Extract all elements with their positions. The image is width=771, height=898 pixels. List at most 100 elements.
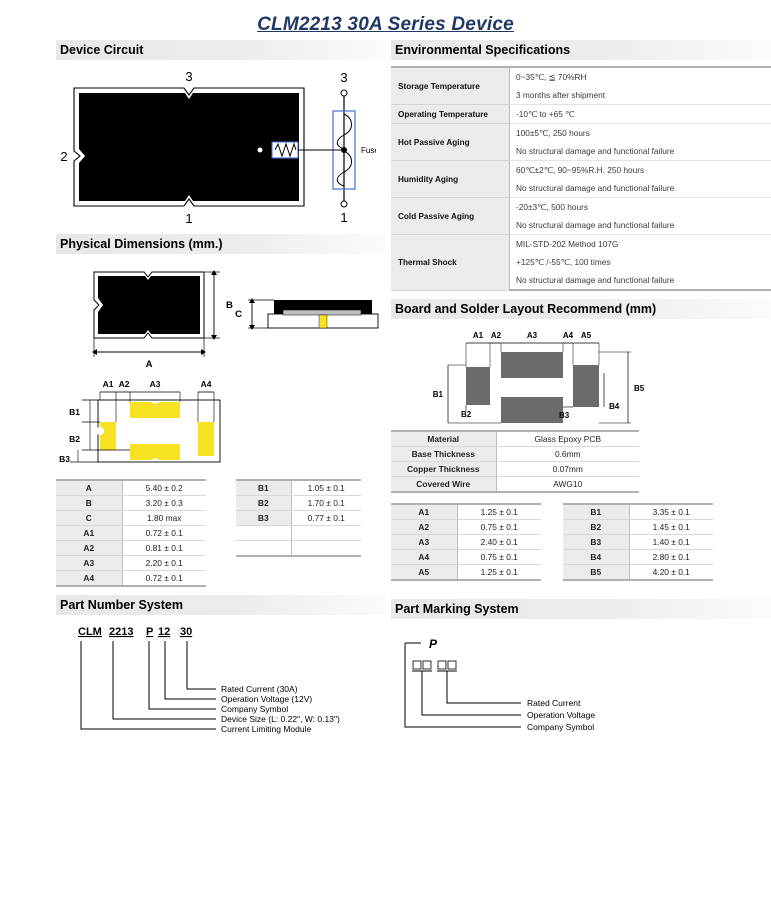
environmental-row-label: Cold Passive Aging [391, 197, 510, 235]
pad-dim-a4-label: A4 [201, 379, 212, 389]
schematic-terminal-3-label: 3 [340, 70, 347, 85]
table-row: Storage Temperature 0~35℃, ≦ 70%RH [391, 66, 771, 105]
dimension-key-empty [236, 540, 292, 557]
pad-dim-a3-label: A3 [150, 379, 161, 389]
table-row: B 3.20 ± 0.3 [56, 495, 206, 511]
dimension-value: 0.81 ± 0.1 [122, 540, 206, 556]
board-dim-b2-label: B2 [461, 410, 472, 419]
leader-operation-voltage [164, 641, 216, 700]
dim-c-arrow-bottom [249, 325, 255, 330]
dimension-value: 3.35 ± 0.1 [629, 503, 713, 520]
dimension-key: A2 [56, 540, 123, 556]
section-header-environmental-specifications: Environmental Specifications [391, 40, 771, 60]
dimension-value: 1.25 ± 0.1 [457, 503, 541, 520]
dim-a-arrow-right [201, 349, 206, 355]
dimension-key: A5 [391, 564, 458, 581]
table-row: Humidity Aging 60℃±2℃, 90~95%R.H. 250 hou… [391, 160, 771, 198]
environmental-row-value: 3 months after shipment [509, 86, 771, 105]
board-dim-a3-label: A3 [527, 331, 538, 340]
pad-dim-b3-label: B3 [59, 454, 70, 464]
table-row: A 5.40 ± 0.2 [56, 479, 206, 496]
table-row: C 1.80 max [56, 510, 206, 526]
table-row: A5 1.25 ± 0.1 [391, 564, 541, 581]
board-dimension-tables: A1 1.25 ± 0.1 A2 0.75 ± 0.1 A3 2.40 ± 0.1 A4 0.… [391, 503, 771, 581]
dimension-value: 0.72 ± 0.1 [122, 570, 206, 587]
board-table-a: A1 1.25 ± 0.1 A2 0.75 ± 0.1 A3 2.40 ± 0.1 A4 0.… [391, 503, 541, 581]
table-row: Copper Thickness 0.07mm [391, 461, 639, 477]
table-row [236, 525, 361, 541]
dimension-value: 1.05 ± 0.1 [291, 479, 361, 496]
junction-dot [341, 147, 347, 153]
table-row: B3 0.77 ± 0.1 [236, 510, 361, 526]
schematic-node-3 [340, 89, 348, 97]
schematic-node-1 [340, 200, 348, 208]
dimension-key: B3 [236, 510, 292, 526]
package-terminal-2-label: 2 [60, 149, 67, 164]
device-circuit-figure: 3 1 2 3 1 Fuse [56, 66, 386, 226]
material-value: 0.6mm [496, 446, 639, 462]
package-terminal-3-label: 3 [185, 69, 192, 84]
schematic-terminal-2-label: 2 [244, 143, 251, 158]
section-physical-dimensions: Physical Dimensions (mm.) B A C A1 A2 A3… [56, 234, 386, 587]
section-header-device-circuit: Device Circuit [56, 40, 386, 60]
callout-device-size: Device Size (L: 0.22", W: 0.13") [221, 714, 340, 724]
marking-callout-operation-voltage: Operation Voltage [527, 710, 595, 720]
table-row: Material Glass Epoxy PCB [391, 430, 639, 447]
dimension-value-empty [291, 525, 361, 541]
side-view-fuse-element [318, 314, 328, 329]
dimension-key: A1 [391, 503, 458, 520]
marking-symbol-p: P [429, 637, 438, 651]
board-pad-right [573, 365, 599, 407]
marking-callout-rated-current: Rated Current [527, 698, 581, 708]
environmental-row-value: No structural damage and functional fail… [509, 179, 771, 198]
board-pad-bottom-center [501, 397, 563, 423]
dimension-value: 1.80 max [122, 510, 206, 526]
section-environmental-specifications: Environmental Specifications Storage Tem… [391, 40, 771, 291]
board-dim-a2-label: A2 [491, 331, 502, 340]
dimension-value: 0.75 ± 0.1 [457, 549, 541, 565]
dimension-table-a-body: A 5.40 ± 0.2 B 3.20 ± 0.3 C 1.80 max A1 0.72 ± … [56, 479, 206, 587]
environmental-row-value: 60℃±2℃, 90~95%R.H. 250 hours [509, 160, 771, 179]
dimension-value: 1.45 ± 0.1 [629, 519, 713, 535]
dimension-key: B3 [563, 534, 630, 550]
environmental-row-value: 100±5℃, 250 hours [509, 123, 771, 142]
material-value: Glass Epoxy PCB [496, 430, 639, 447]
material-key: Copper Thickness [391, 461, 497, 477]
material-table-body: Material Glass Epoxy PCB Base Thickness 0.6… [391, 430, 639, 493]
section-header-part-number-system: Part Number System [56, 595, 386, 615]
dim-b-label: B [226, 300, 233, 311]
physical-dimensions-figure: B A C [56, 260, 386, 370]
material-value: 0.07mm [496, 461, 639, 477]
dimension-value: 4.20 ± 0.1 [629, 564, 713, 581]
callout-rated-current: Rated Current (30A) [221, 684, 298, 694]
environmental-row-label: Storage Temperature [391, 66, 510, 105]
callout-operation-voltage: Operation Voltage (12V) [221, 694, 312, 704]
heater-label: Heater [273, 160, 297, 169]
table-row: Thermal Shock MIL-STD-202 Method 107G [391, 234, 771, 291]
dimension-value: 0.75 ± 0.1 [457, 519, 541, 535]
top-view-body [98, 276, 200, 334]
environmental-row-value: -10℃ to +65 ℃ [509, 104, 771, 124]
part-number-segment-12: 12 [158, 626, 170, 638]
section-header-part-marking-system: Part Marking System [391, 599, 771, 619]
dimension-key: B5 [563, 564, 630, 581]
dimension-key: A3 [56, 555, 123, 571]
pad-dim-a2-label: A2 [119, 379, 130, 389]
dim-c-arrow-top [249, 298, 255, 303]
table-row: Covered Wire AWG10 [391, 476, 639, 493]
board-layout-figure: A1 A2 A3 A4 A5 B1 B2 B3 B4 B5 [391, 325, 771, 430]
pad-right [198, 422, 214, 456]
dim-a-arrow-left [92, 349, 97, 355]
board-dim-a1-label: A1 [473, 331, 484, 340]
environmental-table: Storage Temperature 0~35℃, ≦ 70%RH 3 month… [391, 66, 771, 291]
board-pad-top-center [501, 352, 563, 378]
physical-dimension-tables: A 5.40 ± 0.2 B 3.20 ± 0.3 C 1.80 max A1 0.72 ± … [56, 479, 386, 587]
part-number-figure: CLM 2213 P 12 30 Rated Current (30A) Ope… [56, 621, 386, 771]
table-row: B5 4.20 ± 0.1 [563, 564, 713, 581]
part-marking-figure: P Rated Current Operation Voltage Compan… [391, 625, 771, 750]
board-dim-b4-label: B4 [609, 402, 620, 411]
dim-c-label: C [235, 309, 242, 320]
side-view: C [235, 298, 379, 330]
dimension-key: A4 [56, 570, 123, 587]
table-row: B2 1.45 ± 0.1 [563, 519, 713, 535]
